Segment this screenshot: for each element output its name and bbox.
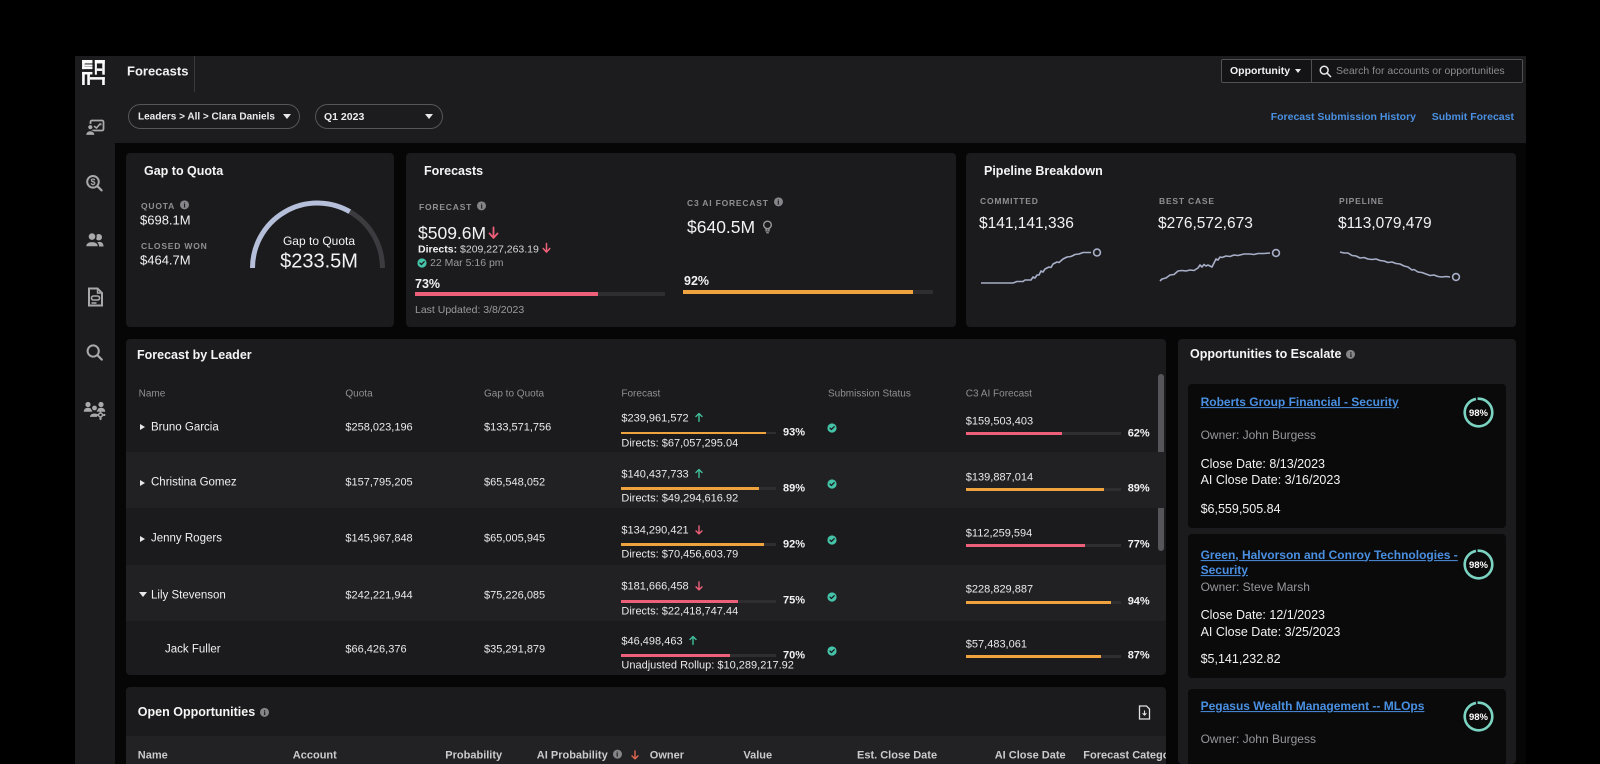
svg-text:98%: 98% (1469, 408, 1489, 419)
svg-text:98%: 98% (1469, 712, 1489, 723)
svg-text:98%: 98% (1469, 560, 1489, 571)
svg-text:$: $ (90, 177, 95, 187)
